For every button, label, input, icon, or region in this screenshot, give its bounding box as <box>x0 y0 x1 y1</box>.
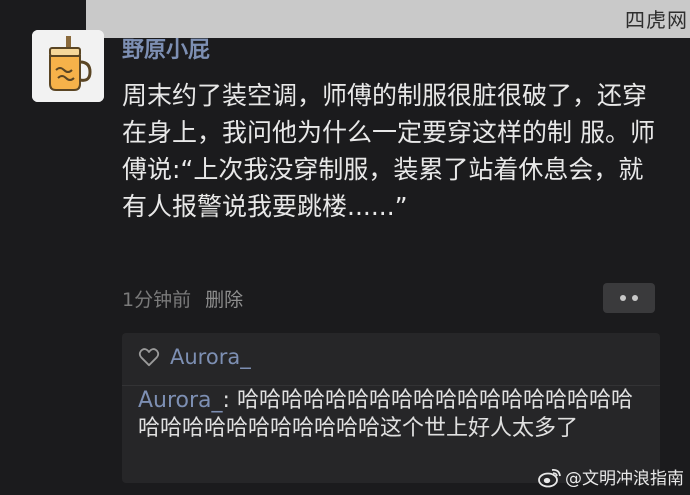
delete-link[interactable]: 删除 <box>205 289 243 311</box>
dot-icon <box>620 295 626 301</box>
watermark-top: 四虎网 <box>625 8 688 32</box>
heart-icon <box>138 348 160 367</box>
comment-separator: : <box>222 388 230 413</box>
comment-divider <box>122 385 660 386</box>
like-row: Aurora_ <box>138 345 251 369</box>
liker-name[interactable]: Aurora_ <box>170 345 251 369</box>
watermark-bottom: @文明冲浪指南 <box>537 464 684 489</box>
watermark-bottom-text: @文明冲浪指南 <box>565 469 684 489</box>
avatar[interactable] <box>32 30 104 102</box>
weibo-icon <box>538 468 561 487</box>
post-username[interactable]: 野原小屁 <box>122 32 210 64</box>
comment-author[interactable]: Aurora_ <box>138 388 223 413</box>
dot-icon <box>632 295 638 301</box>
post-meta: 1分钟前 删除 <box>122 285 243 312</box>
cup-avatar-icon <box>32 30 104 102</box>
post-time: 1分钟前 <box>122 289 192 311</box>
post-text: 周末约了装空调，师傅的制服很脏很破了，还穿在身上，我问他为什么一定要穿这样的制 … <box>122 81 655 221</box>
more-actions-button[interactable] <box>603 283 655 313</box>
comment-text: Aurora_: 哈哈哈哈哈哈哈哈哈哈哈哈哈哈哈哈哈哈哈哈哈哈哈哈哈哈哈哈哈这个… <box>138 387 648 443</box>
comment-box: Aurora_ Aurora_: 哈哈哈哈哈哈哈哈哈哈哈哈哈哈哈哈哈哈哈哈哈哈哈… <box>122 333 660 483</box>
